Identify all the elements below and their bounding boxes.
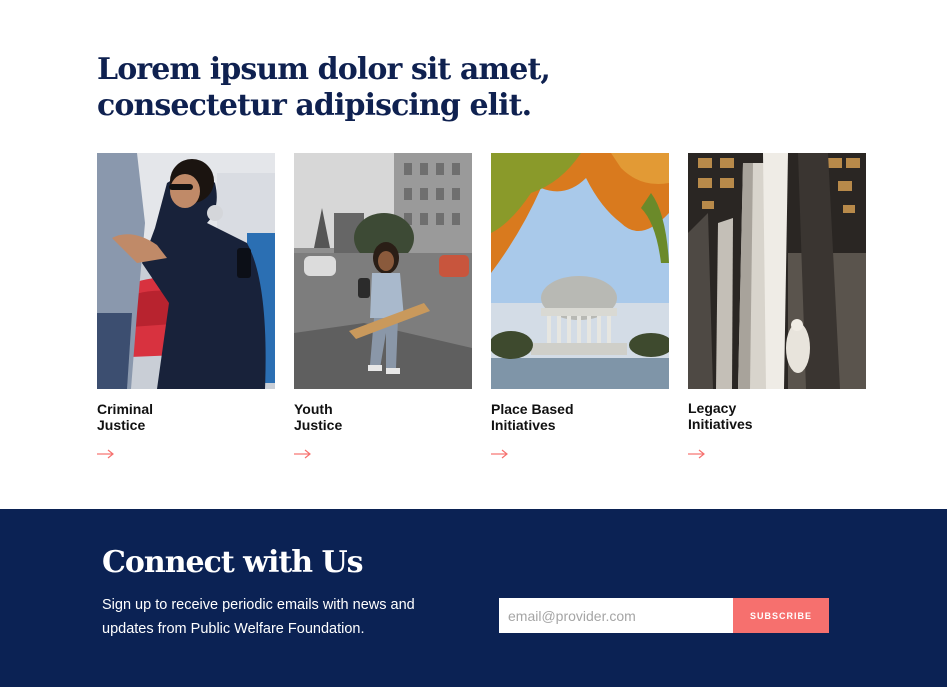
arrow-right-icon[interactable] <box>491 449 509 459</box>
card-youth-justice[interactable]: Youth Justice <box>294 153 472 468</box>
youth-justice-photo[interactable] <box>294 153 472 389</box>
section-headline: Lorem ipsum dolor sit amet, consectetur … <box>97 52 557 124</box>
card-label-line-1[interactable]: Youth <box>294 401 414 417</box>
legacy-initiatives-photo[interactable] <box>688 153 866 389</box>
connect-section: Connect with Us Sign up to receive perio… <box>0 509 947 687</box>
subscribe-button[interactable]: SUBSCRIBE <box>733 598 829 633</box>
arrow-right-icon[interactable] <box>294 449 312 459</box>
card-label-line-1[interactable]: Place Based <box>491 401 611 417</box>
card-criminal-justice[interactable]: Criminal Justice <box>97 153 275 468</box>
card-label-line-1[interactable]: Legacy <box>688 400 808 416</box>
card-label-line-1[interactable]: Criminal <box>97 401 217 417</box>
card-label-line-2[interactable]: Justice <box>294 417 414 433</box>
email-input[interactable] <box>499 598 733 633</box>
card-legacy-initiatives[interactable]: Legacy Initiatives <box>688 153 866 468</box>
headline-line-2: consectetur adipiscing elit. <box>97 88 532 123</box>
card-label-line-2[interactable]: Initiatives <box>491 417 611 433</box>
card-label-line-2[interactable]: Justice <box>97 417 217 433</box>
arrow-right-icon[interactable] <box>688 449 706 459</box>
criminal-justice-photo[interactable] <box>97 153 275 389</box>
card-label[interactable]: Legacy Initiatives <box>688 400 808 432</box>
card-label[interactable]: Place Based Initiatives <box>491 401 611 433</box>
headline-line-1: Lorem ipsum dolor sit amet, <box>97 52 551 87</box>
card-label-line-2[interactable]: Initiatives <box>688 416 808 432</box>
connect-description: Sign up to receive periodic emails with … <box>102 597 415 637</box>
card-label[interactable]: Youth Justice <box>294 401 414 433</box>
place-based-initiatives-photo[interactable] <box>491 153 669 389</box>
arrow-right-icon[interactable] <box>97 449 115 459</box>
card-place-based-initiatives[interactable]: Place Based Initiatives <box>491 153 669 468</box>
connect-title: Connect with Us <box>102 545 364 580</box>
card-label[interactable]: Criminal Justice <box>97 401 217 433</box>
